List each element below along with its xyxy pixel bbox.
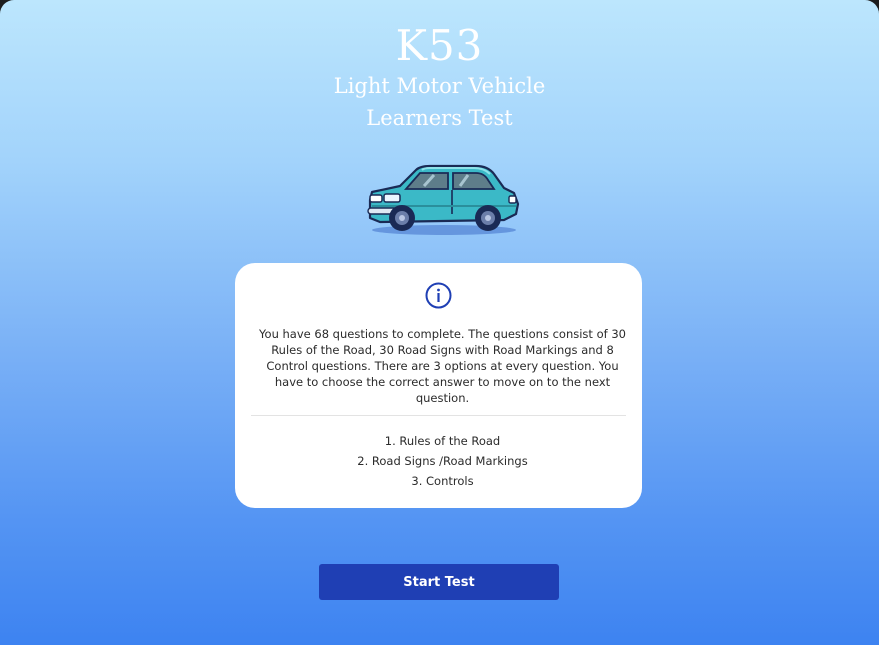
car-grille [383, 193, 401, 203]
car-taillight [508, 195, 517, 204]
page-subtitle-line2: Learners Test [366, 106, 513, 130]
car-wheel-rear [475, 205, 501, 231]
page-subtitle-line1: Light Motor Vehicle [333, 74, 546, 98]
card-divider [251, 415, 626, 416]
car-icon [367, 164, 520, 235]
app-window: K53 Light Motor Vehicle Learners Test Yo… [0, 0, 879, 645]
car-headlight [369, 194, 383, 203]
list-item: 3. Controls [411, 474, 474, 488]
list-item: 1. Rules of the Road [384, 434, 501, 448]
info-icon [425, 282, 452, 309]
info-card: You have 68 questions to complete. The q… [235, 263, 642, 508]
car-wheel-front [389, 205, 415, 231]
start-test-button[interactable]: Start Test [319, 564, 559, 600]
page-title: K53 [395, 21, 484, 70]
test-description: You have 68 questions to complete. The q… [259, 327, 626, 405]
list-item: 2. Road Signs /Road Markings [357, 454, 528, 468]
test-sections-list: 1. Rules of the Road 2. Road Signs /Road… [235, 431, 650, 491]
